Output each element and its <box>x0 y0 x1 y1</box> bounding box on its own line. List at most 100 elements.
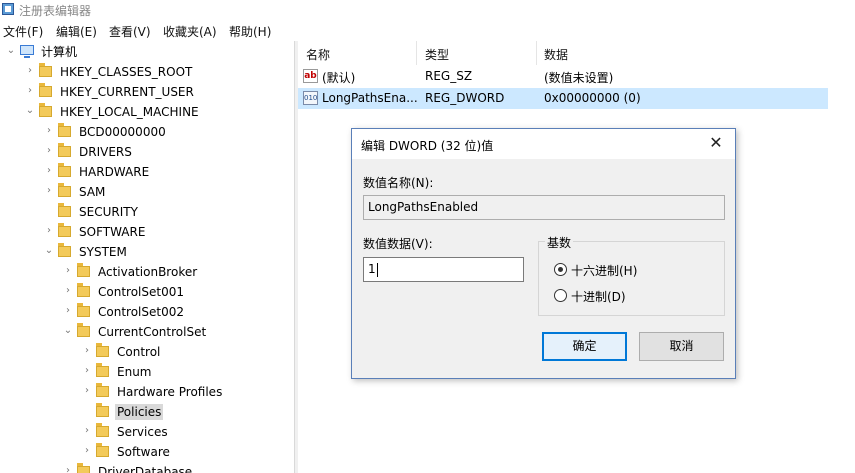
tree-node-label: CurrentControlSet <box>98 325 207 339</box>
chevron-down-icon[interactable]: ⌄ <box>24 104 36 118</box>
value-data: (数值未设置) <box>544 71 614 85</box>
menu-help[interactable]: 帮助(H) <box>229 23 271 40</box>
menu-file[interactable]: 文件(F) <box>3 23 43 40</box>
chevron-right-icon[interactable]: › <box>81 424 93 438</box>
value-name: (默认) <box>322 71 356 85</box>
regedit-app-icon <box>2 3 14 15</box>
cancel-button[interactable]: 取消 <box>639 332 724 361</box>
folder-icon <box>77 283 90 297</box>
chevron-right-icon[interactable]: › <box>43 144 55 158</box>
string-value-icon: ab <box>303 69 318 83</box>
chevron-right-icon[interactable]: › <box>81 364 93 378</box>
radio-button[interactable] <box>554 263 567 276</box>
tree-node-label: HKEY_CURRENT_USER <box>60 85 194 99</box>
value-data-text: 1 <box>368 262 376 276</box>
menu-bar: 文件(F) 编辑(E) 查看(V) 收藏夹(A) 帮助(H) <box>0 21 855 41</box>
tree-node-label: SOFTWARE <box>79 225 146 239</box>
edit-dword-dialog: 编辑 DWORD (32 位)值 ✕ 数值名称(N): LongPathsEna… <box>351 128 736 379</box>
folder-icon <box>96 363 109 377</box>
column-header-data[interactable]: 数据 <box>544 46 568 63</box>
folder-icon <box>58 183 71 197</box>
folder-icon <box>96 343 109 357</box>
value-row-longpathsenabled[interactable]: 010 LongPathsEna... REG_DWORD 0x00000000… <box>298 88 828 109</box>
chevron-down-icon[interactable]: ⌄ <box>43 244 55 258</box>
title-bar: 注册表编辑器 <box>0 0 855 20</box>
chevron-right-icon[interactable]: › <box>24 84 36 98</box>
column-divider[interactable] <box>536 41 537 65</box>
text-cursor <box>376 262 378 277</box>
chevron-right-icon[interactable]: › <box>81 344 93 358</box>
chevron-right-icon[interactable]: › <box>81 444 93 458</box>
base-groupbox: 基数 十六进制(H) 十进制(D) <box>538 234 725 316</box>
value-name-label: 数值名称(N): <box>363 176 434 190</box>
column-header-name[interactable]: 名称 <box>306 46 330 63</box>
folder-icon <box>96 403 109 417</box>
menu-view[interactable]: 查看(V) <box>109 23 151 40</box>
value-name: LongPathsEna... <box>322 91 418 105</box>
radio-button[interactable] <box>554 289 567 302</box>
value-type: REG_DWORD <box>425 91 505 105</box>
chevron-down-icon[interactable]: ⌄ <box>5 44 17 58</box>
column-header-type[interactable]: 类型 <box>425 46 449 63</box>
menu-edit[interactable]: 编辑(E) <box>56 23 97 40</box>
tree-node-label: HKEY_CLASSES_ROOT <box>60 65 193 79</box>
tree-node-label: ControlSet001 <box>98 285 184 299</box>
close-icon[interactable]: ✕ <box>705 132 727 154</box>
tree-node-label: Hardware Profiles <box>117 385 223 399</box>
value-data: 0x00000000 (0) <box>544 91 641 105</box>
chevron-right-icon[interactable]: › <box>43 224 55 238</box>
folder-icon <box>96 383 109 397</box>
chevron-right-icon[interactable]: › <box>43 184 55 198</box>
chevron-right-icon[interactable]: › <box>62 284 74 298</box>
radio-hex-label: 十六进制(H) <box>571 264 638 278</box>
tree-node-label: SYSTEM <box>79 245 127 259</box>
chevron-down-icon[interactable]: ⌄ <box>62 324 74 338</box>
tree-node-label: BCD00000000 <box>79 125 166 139</box>
chevron-right-icon[interactable]: › <box>62 304 74 318</box>
folder-icon <box>96 443 109 457</box>
folder-icon <box>39 103 52 117</box>
folder-icon <box>58 203 71 217</box>
folder-icon <box>58 223 71 237</box>
window-title: 注册表编辑器 <box>19 4 92 18</box>
tree-node-label: Software <box>117 445 170 459</box>
registry-tree[interactable]: ⌄ 计算机 › HKEY_CLASSES_ROOT › HKEY_CURRENT_USER… <box>0 41 294 473</box>
tree-node-label: ControlSet002 <box>98 305 184 319</box>
chevron-right-icon[interactable]: › <box>62 264 74 278</box>
chevron-right-icon[interactable]: › <box>43 164 55 178</box>
chevron-right-icon[interactable]: › <box>24 64 36 78</box>
tree-node-label: 计算机 <box>41 45 78 59</box>
value-row-default[interactable]: ab (默认) REG_SZ (数值未设置) <box>298 66 828 87</box>
folder-icon <box>39 83 52 97</box>
column-divider[interactable] <box>416 41 417 65</box>
tree-node-label: Services <box>117 425 168 439</box>
tree-node-label: Enum <box>117 365 152 379</box>
folder-icon <box>58 163 71 177</box>
chevron-right-icon[interactable]: › <box>43 124 55 138</box>
ok-button[interactable]: 确定 <box>542 332 627 361</box>
folder-icon <box>39 63 52 77</box>
folder-icon <box>58 143 71 157</box>
value-data-input[interactable]: 1 <box>363 257 524 282</box>
chevron-right-icon[interactable]: › <box>81 384 93 398</box>
tree-node-label: SECURITY <box>79 205 138 219</box>
tree-node-label: Control <box>117 345 161 359</box>
base-group-title: 基数 <box>545 234 574 251</box>
folder-icon <box>77 323 90 337</box>
tree-node-label: HARDWARE <box>79 165 150 179</box>
chevron-right-icon[interactable]: › <box>62 464 74 473</box>
menu-favorites[interactable]: 收藏夹(A) <box>163 23 217 40</box>
radio-dec-label: 十进制(D) <box>571 290 626 304</box>
binary-value-icon: 010 <box>303 91 318 105</box>
computer-icon <box>20 45 34 58</box>
value-name-field[interactable]: LongPathsEnabled <box>363 195 725 220</box>
tree-node-label: DriverDatabase <box>98 465 193 473</box>
tree-node-label: DRIVERS <box>79 145 132 159</box>
folder-icon <box>77 463 90 473</box>
tree-node-label: ActivationBroker <box>98 265 198 279</box>
folder-icon <box>77 303 90 317</box>
folder-icon <box>58 243 71 257</box>
value-type: REG_SZ <box>425 69 473 83</box>
